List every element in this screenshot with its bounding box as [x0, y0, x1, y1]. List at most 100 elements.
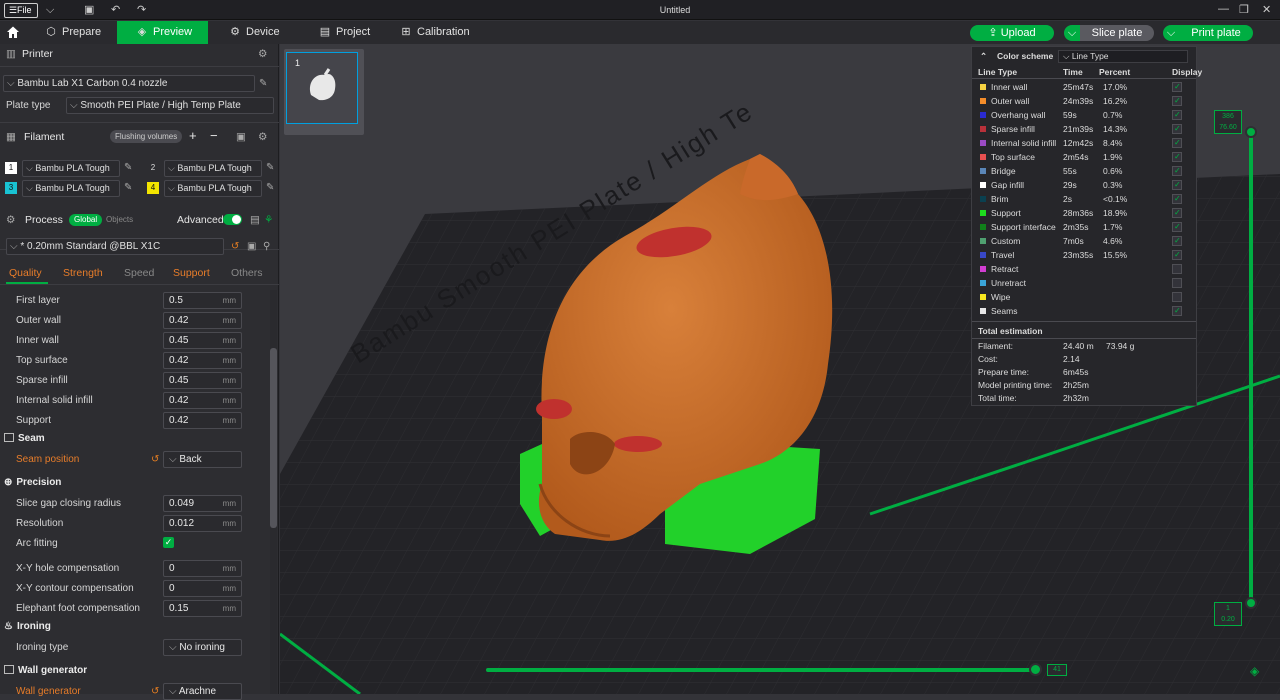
- flushing-volumes-button[interactable]: Flushing volumes: [110, 130, 183, 143]
- slice-dropdown-button[interactable]: ⌵: [1064, 25, 1080, 41]
- settings-scrollbar-thumb[interactable]: [270, 348, 277, 528]
- remove-icon[interactable]: −: [210, 128, 218, 143]
- display-checkbox[interactable]: [1172, 278, 1182, 288]
- wall-generator-select[interactable]: ⌵ Arachne: [163, 683, 242, 700]
- printer-select[interactable]: ⌵ Bambu Lab X1 Carbon 0.4 nozzle: [3, 75, 255, 92]
- setting-input[interactable]: 0 mm: [163, 560, 242, 577]
- setting-input[interactable]: 0.45 mm: [163, 372, 242, 389]
- compare-icon[interactable]: ▤: [250, 214, 260, 226]
- tab-calibration[interactable]: ⊞ Calibration: [399, 21, 469, 44]
- setting-input[interactable]: 0.42 mm: [163, 312, 242, 329]
- settings-scrollbar-track[interactable]: [270, 290, 277, 694]
- display-checkbox[interactable]: [1172, 234, 1182, 248]
- display-checkbox[interactable]: [1172, 94, 1182, 108]
- display-checkbox[interactable]: [1172, 80, 1182, 94]
- filament-select[interactable]: ⌵ Bambu PLA Tough: [22, 160, 120, 177]
- tab-project[interactable]: ▤ Project: [318, 21, 370, 44]
- tab-quality[interactable]: Quality: [9, 267, 42, 279]
- objects-toggle[interactable]: Objects: [106, 215, 133, 224]
- plate-thumbnail[interactable]: 1: [286, 52, 358, 124]
- display-checkbox[interactable]: [1172, 304, 1182, 318]
- gear-icon[interactable]: ⚙: [258, 48, 267, 60]
- tab-others[interactable]: Others: [231, 267, 263, 279]
- edit-icon[interactable]: ✎: [259, 78, 267, 89]
- filament-select[interactable]: ⌵ Bambu PLA Tough: [164, 160, 262, 177]
- tab-support[interactable]: Support: [173, 267, 210, 279]
- display-checkbox[interactable]: [1172, 136, 1182, 150]
- plate-type-select[interactable]: ⌵ Smooth PEI Plate / High Temp Plate: [66, 97, 274, 114]
- setting-input[interactable]: 0.012 mm: [163, 515, 242, 532]
- line-type-swatch: [980, 154, 986, 160]
- tab-prepare[interactable]: ⬡ Prepare: [44, 21, 101, 44]
- slice-plate-button[interactable]: Slice plate: [1080, 25, 1154, 41]
- edit-icon[interactable]: ✎: [266, 182, 274, 193]
- move-slider-track[interactable]: [486, 668, 1039, 672]
- layers-icon[interactable]: ◈: [1250, 664, 1259, 678]
- display-checkbox[interactable]: [1172, 206, 1182, 220]
- filament-slot-number[interactable]: 3: [5, 182, 17, 194]
- line-type-swatch: [980, 224, 986, 230]
- advanced-label: Advanced: [177, 214, 224, 226]
- tab-strength[interactable]: Strength: [63, 267, 103, 279]
- tab-preview[interactable]: ◈ Preview: [117, 21, 208, 44]
- edit-icon[interactable]: ✎: [124, 182, 132, 193]
- filament-select[interactable]: ⌵ Bambu PLA Tough: [22, 180, 120, 197]
- display-checkbox[interactable]: [1172, 164, 1182, 178]
- display-checkbox[interactable]: [1172, 292, 1182, 302]
- setting-input[interactable]: 0.049 mm: [163, 495, 242, 512]
- collapse-icon[interactable]: ⌃: [980, 49, 987, 63]
- home-button[interactable]: [6, 21, 22, 44]
- reset-icon[interactable]: ↺: [231, 241, 239, 252]
- advanced-switch[interactable]: [223, 214, 242, 225]
- display-checkbox[interactable]: [1172, 122, 1182, 136]
- seam-position-select[interactable]: ⌵ Back: [163, 451, 242, 468]
- setting-input[interactable]: 0.42 mm: [163, 412, 242, 429]
- edit-icon[interactable]: ✎: [266, 162, 274, 173]
- save-preset-icon[interactable]: ▣: [247, 241, 256, 252]
- display-checkbox[interactable]: [1172, 178, 1182, 192]
- reset-icon[interactable]: ↺: [151, 686, 159, 697]
- tab-speed[interactable]: Speed: [124, 267, 154, 279]
- sync-icon[interactable]: ▣: [236, 131, 246, 143]
- minimize-icon[interactable]: —: [1218, 3, 1229, 15]
- filament-slot-number[interactable]: 2: [147, 162, 159, 174]
- print-dropdown-button[interactable]: ⌵: [1163, 25, 1179, 41]
- filament-slot-number[interactable]: 1: [5, 162, 17, 174]
- upload-icon: ⇪: [988, 27, 1001, 39]
- display-checkbox[interactable]: [1172, 248, 1182, 262]
- global-toggle[interactable]: Global: [69, 214, 103, 226]
- search-settings-icon[interactable]: ⚘: [264, 214, 273, 226]
- line-type-swatch: [980, 182, 986, 188]
- print-plate-button[interactable]: Print plate: [1179, 25, 1253, 41]
- layer-slider-top-handle[interactable]: [1245, 126, 1257, 138]
- arc-fitting-checkbox[interactable]: ✓: [163, 537, 174, 548]
- add-icon[interactable]: +: [189, 128, 197, 143]
- search-icon[interactable]: ⚲: [263, 241, 270, 252]
- setting-input[interactable]: 0.45 mm: [163, 332, 242, 349]
- filament-select[interactable]: ⌵ Bambu PLA Tough: [164, 180, 262, 197]
- filament-slot-number[interactable]: 4: [147, 182, 159, 194]
- setting-input[interactable]: 0.42 mm: [163, 352, 242, 369]
- tab-device[interactable]: ⚙ Device: [228, 21, 280, 44]
- layer-slider-bottom-handle[interactable]: [1245, 597, 1257, 609]
- reset-icon[interactable]: ↺: [151, 454, 159, 465]
- display-checkbox[interactable]: [1172, 192, 1182, 206]
- setting-input[interactable]: 0 mm: [163, 580, 242, 597]
- display-checkbox[interactable]: [1172, 108, 1182, 122]
- move-slider-handle[interactable]: [1029, 663, 1042, 676]
- setting-input[interactable]: 0.15 mm: [163, 600, 242, 617]
- layer-slider-track[interactable]: [1249, 136, 1253, 606]
- setting-input[interactable]: 0.42 mm: [163, 392, 242, 409]
- edit-icon[interactable]: ✎: [124, 162, 132, 173]
- display-checkbox[interactable]: [1172, 220, 1182, 234]
- restore-icon[interactable]: ❐: [1239, 3, 1249, 16]
- color-scheme-select[interactable]: ⌵ Line Type: [1058, 50, 1188, 63]
- display-checkbox[interactable]: [1172, 150, 1182, 164]
- ironing-type-select[interactable]: ⌵ No ironing: [163, 639, 242, 656]
- display-checkbox[interactable]: [1172, 264, 1182, 274]
- process-preset-select[interactable]: ⌵ * 0.20mm Standard @BBL X1C: [6, 238, 224, 255]
- upload-button[interactable]: ⇪ Upload: [970, 25, 1054, 41]
- gear-icon[interactable]: ⚙: [258, 131, 267, 143]
- close-icon[interactable]: ✕: [1262, 3, 1271, 16]
- setting-input[interactable]: 0.5 mm: [163, 292, 242, 309]
